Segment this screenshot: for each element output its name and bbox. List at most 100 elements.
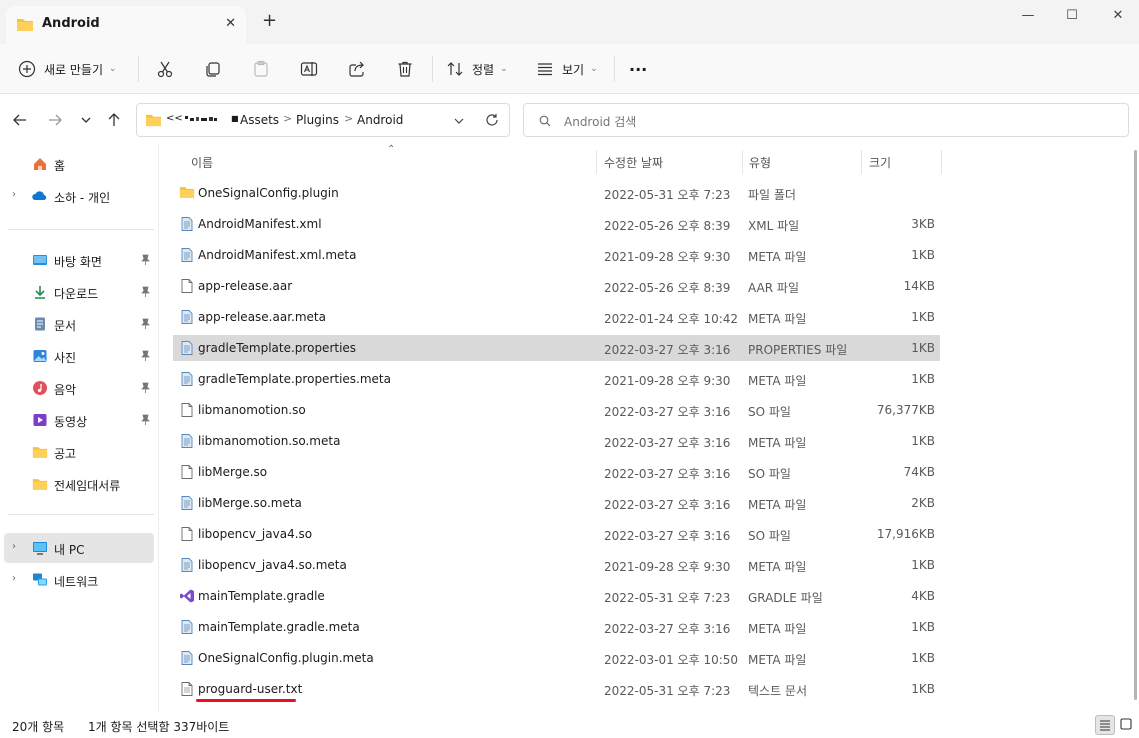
pin-icon[interactable] bbox=[140, 318, 151, 329]
text-file-icon bbox=[179, 216, 195, 232]
file-size: 3KB bbox=[911, 217, 935, 231]
column-divider[interactable] bbox=[941, 150, 942, 174]
pin-icon[interactable] bbox=[140, 414, 151, 425]
delete-button[interactable] bbox=[396, 54, 414, 84]
file-row[interactable]: libmanomotion.so.meta 2022-03-27 오후 3:16 M… bbox=[173, 428, 940, 454]
file-row[interactable]: mainTemplate.gradle.meta 2022-03-27 오후 3:… bbox=[173, 614, 940, 640]
text-file-icon bbox=[179, 340, 195, 356]
expand-chevron-icon[interactable]: › bbox=[12, 573, 16, 584]
recent-locations-chevron-icon[interactable] bbox=[77, 111, 95, 129]
breadcrumb-plugins[interactable]: Plugins bbox=[296, 113, 339, 127]
file-date: 2021-09-28 오후 9:30 bbox=[604, 250, 731, 264]
tab-close-icon[interactable]: ✕ bbox=[225, 16, 236, 31]
search-box[interactable]: Android 검색 bbox=[523, 103, 1129, 137]
refresh-icon[interactable] bbox=[485, 113, 499, 127]
file-row[interactable]: mainTemplate.gradle 2022-05-31 오후 7:23 GRA… bbox=[173, 583, 940, 609]
download-icon bbox=[35, 286, 45, 299]
back-arrow-icon[interactable] bbox=[11, 111, 29, 129]
details-view-button[interactable] bbox=[1095, 715, 1115, 735]
chevron-down-icon[interactable] bbox=[453, 115, 465, 127]
sidebar-item-label: 사진 bbox=[54, 351, 77, 365]
expand-chevron-icon[interactable]: › bbox=[12, 541, 16, 552]
file-name: libMerge.so.meta bbox=[198, 496, 302, 510]
file-row[interactable]: libopencv_java4.so.meta 2021-09-28 오후 9:3… bbox=[173, 552, 940, 578]
forward-arrow-icon[interactable] bbox=[46, 111, 64, 129]
file-row[interactable]: libopencv_java4.so 2022-03-27 오후 3:16 SO 파… bbox=[173, 521, 940, 547]
column-divider[interactable] bbox=[596, 150, 597, 174]
sidebar-item-downloads[interactable]: 다운로드 bbox=[4, 277, 154, 307]
breadcrumb-assets[interactable]: Assets bbox=[240, 113, 279, 127]
close-window-button[interactable]: ✕ bbox=[1106, 6, 1130, 26]
pin-icon[interactable] bbox=[140, 382, 151, 393]
sidebar-item-folder-lease-docs[interactable]: 전세임대서류 bbox=[4, 469, 154, 499]
column-header-name[interactable]: 이름 bbox=[191, 154, 213, 171]
desktop-icon bbox=[33, 255, 47, 265]
tiles-view-button[interactable] bbox=[1117, 715, 1137, 735]
sidebar-item-onedrive[interactable]: › 소하 - 개인 bbox=[4, 181, 154, 211]
file-row[interactable]: OneSignalConfig.plugin 2022-05-31 오후 7:23… bbox=[173, 180, 940, 206]
pin-icon[interactable] bbox=[140, 350, 151, 361]
pin-icon[interactable] bbox=[140, 254, 151, 265]
sidebar-item-videos[interactable]: 동영상 bbox=[4, 405, 154, 435]
rename-button[interactable] bbox=[300, 54, 318, 84]
maximize-button[interactable]: ☐ bbox=[1060, 6, 1084, 26]
tab-android[interactable]: Android ✕ bbox=[6, 6, 246, 44]
file-row[interactable]: AndroidManifest.xml 2022-05-26 오후 8:39 XML… bbox=[173, 211, 940, 237]
address-bar[interactable]: << ■ Assets > Plugins > Android bbox=[136, 103, 510, 137]
new-tab-button[interactable]: + bbox=[262, 12, 277, 30]
file-name: app-release.aar bbox=[198, 279, 293, 293]
new-button[interactable]: 새로 만들기 ⌄ bbox=[18, 54, 117, 84]
sidebar-item-pictures[interactable]: 사진 bbox=[4, 341, 154, 371]
column-header-type[interactable]: 유형 bbox=[749, 154, 771, 171]
navigation-pane: 홈 › 소하 - 개인 바탕 화면 다운로드 문서 사진 음악 동영상 공고 전… bbox=[0, 144, 158, 712]
file-size: 1KB bbox=[911, 651, 935, 665]
file-name: libopencv_java4.so.meta bbox=[198, 558, 347, 572]
sidebar-item-music[interactable]: 음악 bbox=[4, 373, 154, 403]
file-row[interactable]: libmanomotion.so 2022-03-27 오후 3:16 SO 파일 7… bbox=[173, 397, 940, 423]
file-row[interactable]: libMerge.so.meta 2022-03-27 오후 3:16 META 파… bbox=[173, 490, 940, 516]
more-options-button[interactable]: ··· bbox=[629, 54, 647, 84]
file-row[interactable]: app-release.aar.meta 2022-01-24 오후 10:42 M… bbox=[173, 304, 940, 330]
sidebar-item-folder-gonggo[interactable]: 공고 bbox=[4, 437, 154, 467]
cut-button[interactable] bbox=[156, 54, 174, 84]
file-row[interactable]: OneSignalConfig.plugin.meta 2022-03-01 오후… bbox=[173, 645, 940, 671]
sidebar-item-network[interactable]: › 네트워크 bbox=[4, 565, 154, 595]
sidebar-item-documents[interactable]: 문서 bbox=[4, 309, 154, 339]
sort-label: 정렬 bbox=[472, 62, 495, 77]
minimize-button[interactable]: — bbox=[1016, 6, 1040, 26]
copy-button[interactable] bbox=[204, 54, 222, 84]
column-divider[interactable] bbox=[861, 150, 862, 174]
chevron-right-icon[interactable]: > bbox=[344, 112, 353, 125]
red-annotation-underline bbox=[196, 699, 296, 702]
view-button[interactable]: 보기 ⌄ bbox=[536, 54, 598, 84]
sidebar-item-desktop[interactable]: 바탕 화면 bbox=[4, 245, 154, 275]
file-row[interactable]: libMerge.so 2022-03-27 오후 3:16 SO 파일 74KB bbox=[173, 459, 940, 485]
column-header-size[interactable]: 크기 bbox=[869, 154, 891, 171]
file-name: mainTemplate.gradle.meta bbox=[198, 620, 360, 634]
view-label: 보기 bbox=[562, 62, 585, 77]
expand-chevron-icon[interactable]: › bbox=[12, 189, 16, 200]
share-button[interactable] bbox=[348, 54, 366, 84]
sidebar-item-this-pc[interactable]: › 내 PC bbox=[4, 533, 154, 563]
file-row[interactable]: gradleTemplate.properties.meta 2021-09-28… bbox=[173, 366, 940, 392]
file-row[interactable]: app-release.aar 2022-05-26 오후 8:39 AAR 파일 1… bbox=[173, 273, 940, 299]
column-divider[interactable] bbox=[742, 150, 743, 174]
breadcrumb-overflow[interactable]: << bbox=[166, 113, 183, 124]
text-file-icon bbox=[179, 495, 195, 511]
breadcrumb-android[interactable]: Android bbox=[357, 113, 403, 127]
chevron-right-icon[interactable]: > bbox=[283, 112, 292, 125]
folder-icon bbox=[179, 185, 195, 201]
file-type: AAR 파일 bbox=[748, 281, 799, 295]
vertical-scrollbar[interactable] bbox=[1134, 150, 1137, 700]
file-row[interactable]: gradleTemplate.properties 2022-03-27 오후 3… bbox=[173, 335, 940, 361]
sidebar-divider bbox=[8, 229, 154, 230]
up-arrow-icon[interactable] bbox=[105, 111, 123, 129]
sidebar-item-home[interactable]: 홈 bbox=[4, 149, 154, 179]
pin-icon[interactable] bbox=[140, 286, 151, 297]
sort-button[interactable]: 정렬 ⌄ bbox=[446, 54, 508, 84]
paste-button[interactable] bbox=[252, 54, 270, 84]
file-type: META 파일 bbox=[748, 653, 807, 667]
file-row[interactable]: AndroidManifest.xml.meta 2021-09-28 오후 9:… bbox=[173, 242, 940, 268]
folder-icon bbox=[146, 114, 161, 127]
column-header-date[interactable]: 수정한 날짜 bbox=[604, 154, 663, 171]
